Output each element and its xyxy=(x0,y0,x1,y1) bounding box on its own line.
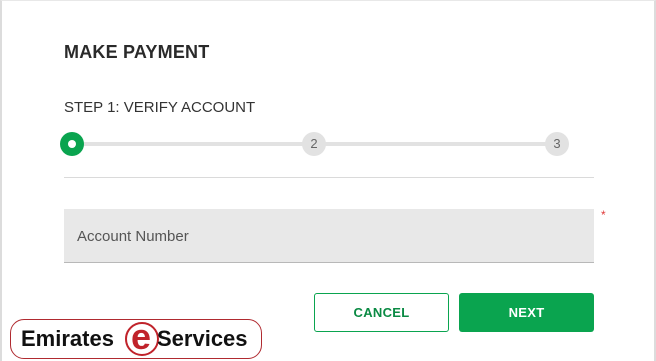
cancel-button[interactable]: CANCEL xyxy=(314,293,449,332)
logo-right-text: Services xyxy=(157,326,248,351)
logo-e-icon: e xyxy=(121,317,161,357)
logo-left-text: Emirates xyxy=(21,326,114,351)
section-divider xyxy=(64,177,594,178)
progress-stepper: 2 3 xyxy=(60,131,572,157)
account-number-field[interactable]: Account Number xyxy=(64,209,594,263)
step-3-indicator: 3 xyxy=(545,132,569,156)
page-frame: MAKE PAYMENT STEP 1: VERIFY ACCOUNT 2 3 … xyxy=(0,0,656,361)
emirates-eservices-logo: Emirates e Services xyxy=(10,317,262,359)
step-2-indicator: 2 xyxy=(302,132,326,156)
account-number-label: Account Number xyxy=(77,228,189,245)
step-label: STEP 1: VERIFY ACCOUNT xyxy=(64,99,256,116)
step-1-indicator xyxy=(60,132,84,156)
next-button[interactable]: NEXT xyxy=(459,293,594,332)
required-marker: * xyxy=(601,208,606,222)
page-title: MAKE PAYMENT xyxy=(64,42,210,62)
